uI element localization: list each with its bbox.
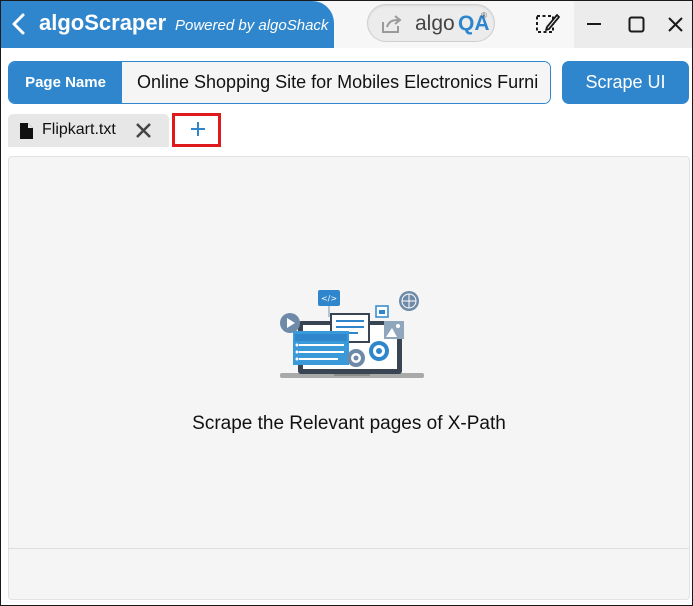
algoqa-logo-algo: algo bbox=[415, 12, 455, 35]
maximize-icon[interactable] bbox=[628, 16, 645, 33]
close-window-icon[interactable] bbox=[667, 16, 684, 33]
page-name-field-group: Page Name bbox=[8, 61, 551, 104]
scrape-illustration-icon: </> bbox=[280, 290, 424, 378]
footer-divider bbox=[9, 548, 689, 549]
app-title: algoScraper bbox=[39, 10, 167, 35]
content-panel: </> Scrape the Relevant pages of X-Path bbox=[8, 156, 690, 600]
svg-text:</>: </> bbox=[321, 294, 337, 303]
tab-label: Flipkart.txt bbox=[42, 121, 116, 138]
powered-by-text: Powered by algoShack bbox=[175, 17, 329, 34]
registered-mark: ® bbox=[481, 11, 487, 20]
page-name-input[interactable] bbox=[122, 62, 550, 103]
share-icon bbox=[382, 15, 402, 33]
snip-icon[interactable] bbox=[534, 11, 560, 37]
title-bar: algoScraper Powered by algoShack algo QA… bbox=[1, 1, 692, 48]
algoqa-button[interactable]: algo QA ® bbox=[367, 4, 495, 42]
tab-flipkart[interactable]: Flipkart.txt bbox=[8, 114, 169, 147]
back-arrow-icon[interactable] bbox=[9, 10, 29, 38]
brand-header: algoScraper Powered by algoShack bbox=[1, 1, 334, 48]
minimize-icon[interactable] bbox=[587, 23, 601, 25]
scrape-ui-button[interactable]: Scrape UI bbox=[562, 61, 689, 104]
add-tab-icon[interactable] bbox=[189, 120, 207, 138]
window-controls bbox=[574, 1, 692, 48]
empty-state-message: Scrape the Relevant pages of X-Path bbox=[192, 413, 506, 434]
file-icon bbox=[20, 123, 33, 139]
close-tab-icon[interactable] bbox=[135, 122, 152, 139]
page-name-label: Page Name bbox=[9, 62, 122, 103]
app-window: algoScraper Powered by algoShack algo QA… bbox=[0, 0, 693, 606]
